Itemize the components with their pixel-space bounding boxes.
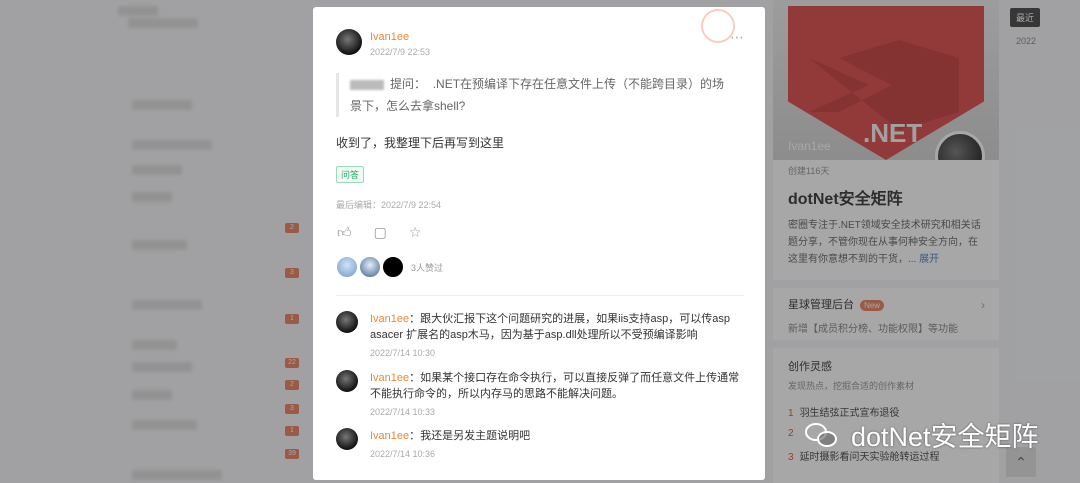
commenter-avatar[interactable] [336, 428, 358, 450]
like-icon[interactable]: 👍︎ [337, 224, 352, 241]
comment-body: Ivan1ee：跟大伙汇报下这个问题研究的进展，如果iis支持asp，可以传as… [370, 311, 742, 361]
post-time: 2022/7/9 22:53 [370, 47, 431, 57]
liker-list: 3人赞过 [336, 256, 443, 278]
more-options-icon[interactable]: ⋯ [730, 29, 745, 46]
post-author[interactable]: Ivan1ee [370, 31, 409, 43]
comment-text: ：我还是另发主题说明吧 [409, 430, 531, 442]
commenter-name[interactable]: Ivan1ee [370, 430, 409, 442]
comment-time: 2022/7/14 10:36 [370, 449, 436, 459]
last-edited: 最后编辑：2022/7/9 22:54 [336, 200, 442, 210]
quoted-question: 提问： .NET在预编译下存在任意文件上传（不能跨目录）的场景下，怎么去拿she… [336, 73, 736, 117]
post-actions: 👍︎ ▢ ☆ [337, 224, 421, 241]
comment-body: Ivan1ee：如果某个接口存在命令执行，可以直接反弹了而任意文件上传通常不能执… [370, 370, 742, 420]
topic-tag[interactable]: 问答 [336, 166, 365, 183]
comment-text: ：跟大伙汇报下这个问题研究的进展，如果iis支持asp，可以传asp asace… [370, 313, 731, 341]
watermark-text: dotNet安全矩阵 [851, 422, 1039, 452]
commenter-avatar[interactable] [336, 370, 358, 392]
post-body: 收到了，我整理下后再写到这里 [336, 136, 505, 150]
liker-avatar[interactable] [359, 256, 381, 278]
likes-count[interactable]: 3人赞过 [411, 261, 443, 274]
comment-time: 2022/7/14 10:33 [370, 407, 436, 417]
commenter-avatar[interactable] [336, 311, 358, 333]
comment-icon[interactable]: ▢ [374, 224, 387, 241]
liker-avatar[interactable] [336, 256, 358, 278]
star-icon[interactable]: ☆ [409, 224, 422, 241]
comment-time: 2022/7/14 10:30 [370, 348, 436, 358]
account-watermark: dotNet安全矩阵 [805, 415, 1039, 454]
post-detail-modal: ⋯ Ivan1ee 2022/7/9 22:53 提问： .NET在预编译下存在… [313, 7, 765, 480]
comment-text: ：如果某个接口存在命令执行，可以直接反弹了而任意文件上传通常不能执行命令的，所以… [370, 372, 740, 400]
wechat-icon [805, 421, 839, 449]
redacted-username [350, 79, 384, 90]
commenter-name[interactable]: Ivan1ee [370, 313, 409, 325]
comment-body: Ivan1ee：我还是另发主题说明吧 2022/7/14 10:36 [370, 428, 742, 462]
liker-avatar[interactable] [382, 256, 404, 278]
quote-label: 提问： [390, 77, 427, 91]
author-avatar[interactable] [336, 29, 362, 55]
commenter-name[interactable]: Ivan1ee [370, 372, 409, 384]
divider [336, 295, 744, 296]
